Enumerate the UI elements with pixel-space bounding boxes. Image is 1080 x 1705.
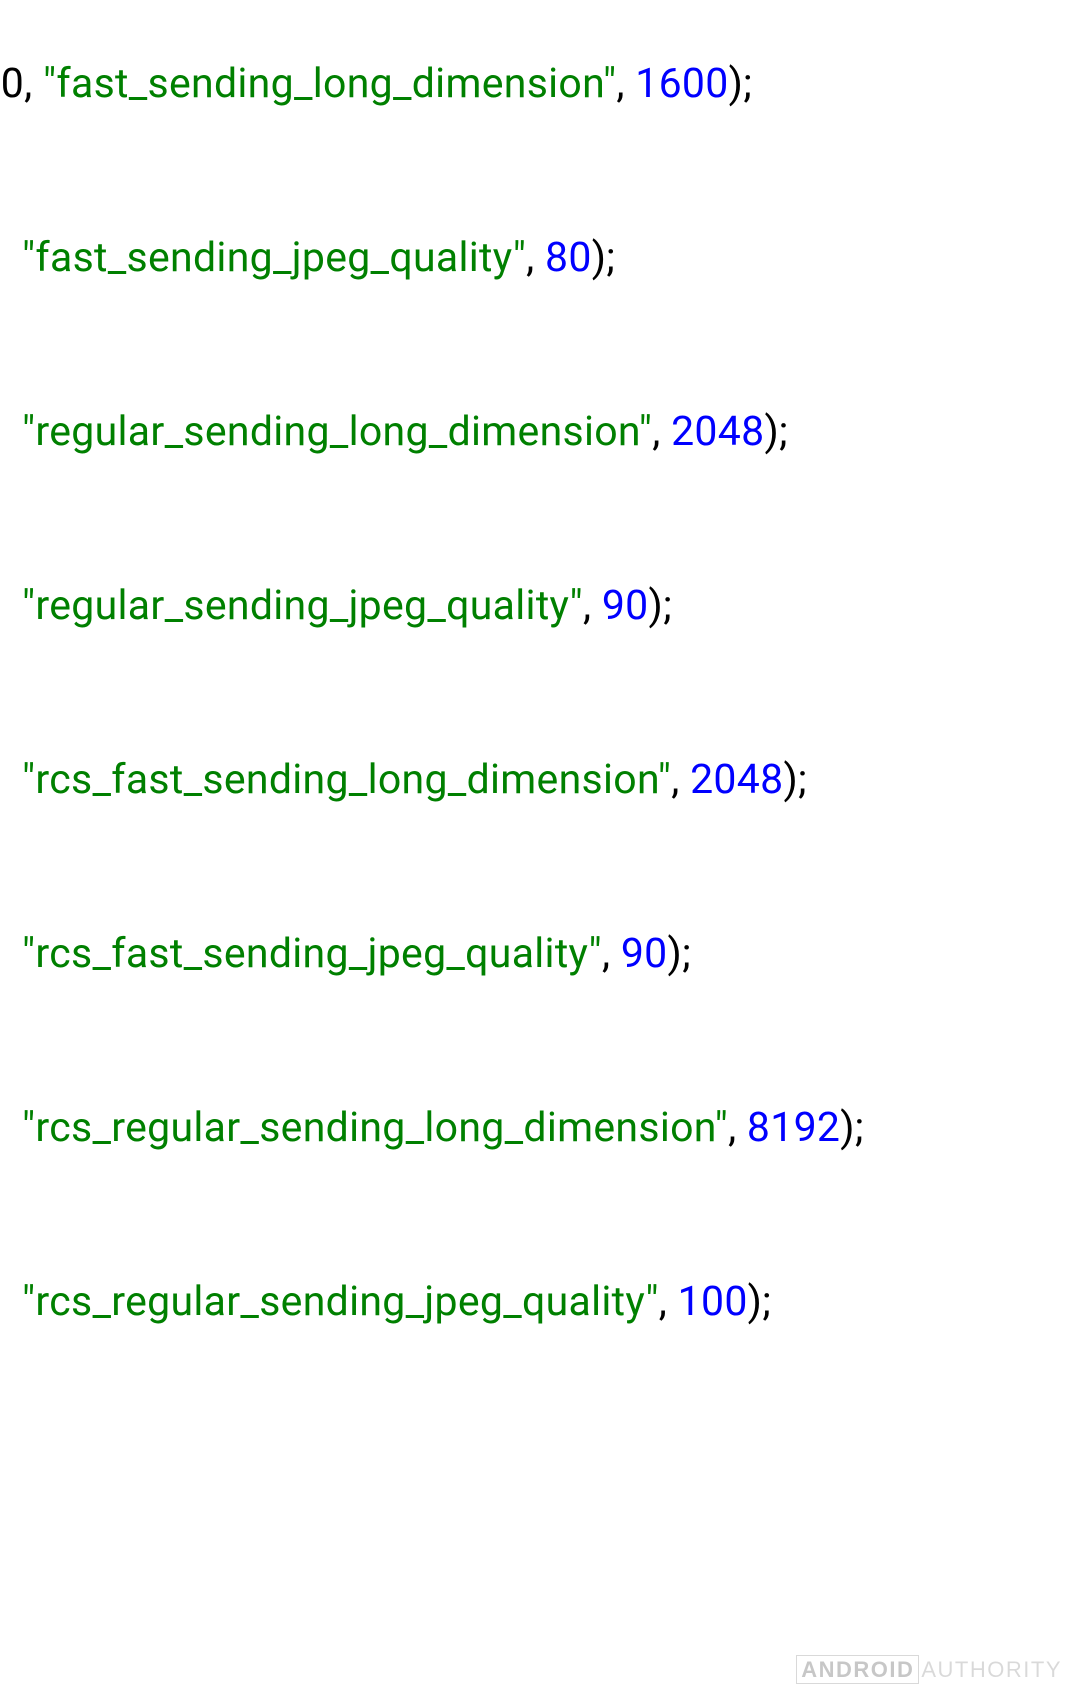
code-token-suffix: ); [649,582,673,630]
code-line: "rcs_fast_sending_long_dimension", 2048)… [22,756,1080,804]
code-token-number: 8192 [747,1104,840,1152]
code-token-string: "fast_sending_long_dimension" [43,60,616,108]
code-token-sep: , [671,756,690,804]
code-token-sep: , [659,1278,678,1326]
code-token-number: 2048 [690,756,783,804]
code-token-string: "regular_sending_long_dimension" [22,408,652,456]
code-token-suffix: ); [840,1104,864,1152]
watermark-light: AUTHORITY [921,1657,1062,1682]
code-token-sep: , [616,60,635,108]
code-token-prefix: ar0, [0,60,43,108]
code-token-suffix: ); [668,930,692,978]
code-token-string: "rcs_regular_sending_long_dimension" [22,1104,728,1152]
code-token-suffix: ); [592,234,616,282]
code-token-suffix: ); [729,60,753,108]
code-token-number: 80 [545,234,592,282]
code-token-string: "rcs_fast_sending_long_dimension" [22,756,671,804]
code-line: "rcs_fast_sending_jpeg_quality", 90); [22,930,1080,978]
code-line: "rcs_regular_sending_long_dimension", 81… [22,1104,1080,1152]
code-line: "regular_sending_long_dimension", 2048); [22,408,1080,456]
code-token-suffix: ); [783,756,807,804]
code-line: "rcs_regular_sending_jpeg_quality", 100)… [22,1278,1080,1326]
code-token-number: 1600 [635,60,728,108]
code-token-number: 90 [602,582,649,630]
code-token-string: "rcs_regular_sending_jpeg_quality" [22,1278,659,1326]
code-token-number: 2048 [671,408,764,456]
code-line: "fast_sending_jpeg_quality", 80); [22,234,1080,282]
code-token-string: "rcs_fast_sending_jpeg_quality" [22,930,602,978]
code-token-string: "fast_sending_jpeg_quality" [22,234,526,282]
code-token-number: 90 [621,930,668,978]
code-block: ar0, "fast_sending_long_dimension", 1600… [0,0,1080,1326]
code-token-sep: , [602,930,621,978]
code-token-sep: , [583,582,602,630]
watermark-bold: ANDROID [796,1655,919,1684]
code-token-string: "regular_sending_jpeg_quality" [22,582,583,630]
code-token-suffix: ); [764,408,788,456]
code-line: "regular_sending_jpeg_quality", 90); [22,582,1080,630]
code-token-number: 100 [678,1278,748,1326]
code-token-suffix: ); [748,1278,772,1326]
watermark: ANDROIDAUTHORITY [796,1657,1062,1683]
code-token-sep: , [728,1104,747,1152]
code-token-sep: , [526,234,545,282]
code-line: ar0, "fast_sending_long_dimension", 1600… [0,60,1080,108]
code-token-sep: , [652,408,671,456]
